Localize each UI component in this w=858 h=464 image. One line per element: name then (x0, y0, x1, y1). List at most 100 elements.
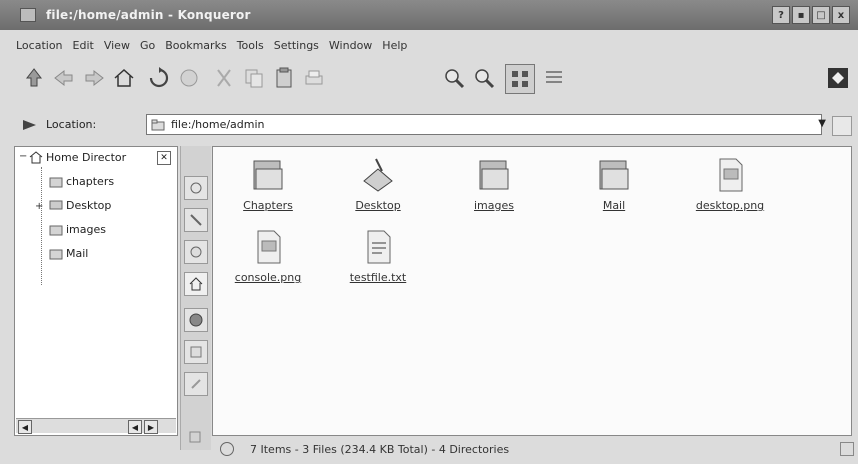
status-text: 7 Items - 3 Files (234.4 KB Total) - 4 D… (250, 442, 510, 456)
tree-item-desktop[interactable]: Desktop (49, 199, 111, 212)
text-file-icon (367, 230, 391, 264)
scroll-right-icon[interactable]: ▶ (144, 420, 158, 434)
sidebar-tabs (180, 146, 211, 450)
icon-view-icon[interactable] (505, 64, 535, 94)
scroll-left-icon[interactable]: ◀ (128, 420, 142, 434)
navigation-tree: − Home Director chapters + Desktop image… (14, 146, 178, 436)
close-button[interactable]: x (832, 6, 850, 24)
file-label: Desktop (355, 199, 401, 212)
file-view: Chapters Desktop images Mail desktop.png (212, 146, 852, 436)
folder-icon (49, 177, 63, 188)
file-item-mail[interactable]: Mail (569, 155, 659, 212)
reload-icon[interactable] (145, 64, 173, 92)
collapse-icon[interactable]: − (19, 151, 27, 162)
location-input[interactable]: file:/home/admin (146, 114, 822, 135)
menu-settings[interactable]: Settings (274, 39, 319, 52)
menubar: Location Edit View Go Bookmarks Tools Se… (0, 34, 858, 56)
view-link-icon[interactable] (840, 442, 854, 456)
menu-view[interactable]: View (104, 39, 130, 52)
history-tab-icon[interactable] (184, 240, 208, 264)
tree-label: Mail (66, 247, 89, 260)
close-panel-button[interactable]: ✕ (157, 151, 171, 165)
status-bar: 7 Items - 3 Files (234.4 KB Total) - 4 D… (212, 438, 858, 460)
menu-location[interactable]: Location (16, 39, 63, 52)
app-icon (20, 8, 36, 22)
menu-edit[interactable]: Edit (73, 39, 94, 52)
scroll-left-icon[interactable]: ◀ (18, 420, 32, 434)
window-titlebar: file:/home/admin - Konqueror ? ▪ □ x (0, 0, 858, 30)
tree-item-chapters[interactable]: chapters (49, 175, 114, 188)
folder-icon (49, 225, 63, 236)
tools-tab-icon[interactable] (184, 372, 208, 396)
help-button[interactable]: ? (772, 6, 790, 24)
png-file-icon (719, 158, 743, 192)
menu-go[interactable]: Go (140, 39, 155, 52)
file-label: desktop.png (695, 199, 765, 212)
minimize-button[interactable]: ▪ (792, 6, 810, 24)
back-arrow-icon[interactable] (50, 64, 78, 92)
zoom-out-icon[interactable] (470, 64, 498, 92)
tree-label: Desktop (66, 199, 112, 212)
home-icon (29, 151, 43, 164)
sidebar-config-icon[interactable] (184, 426, 206, 448)
tree-item-mail[interactable]: Mail (49, 247, 88, 260)
copy-icon[interactable] (240, 64, 268, 92)
window-title: file:/home/admin - Konqueror (46, 8, 251, 22)
tree-item-home[interactable]: Home Director (29, 151, 126, 164)
file-label: console.png (234, 271, 302, 284)
network-tab-icon[interactable] (184, 308, 208, 332)
detail-view-icon[interactable] (540, 64, 568, 92)
expand-icon[interactable]: + (35, 201, 43, 212)
menu-window[interactable]: Window (329, 39, 372, 52)
zoom-in-icon[interactable] (440, 64, 468, 92)
folder-icon (151, 119, 165, 131)
location-bar: Location: file:/home/admin ▼ (0, 110, 858, 140)
forward-arrow-icon[interactable] (80, 64, 108, 92)
tree-item-images[interactable]: images (49, 223, 106, 236)
status-indicator-icon (220, 442, 234, 456)
tree-label: chapters (66, 175, 115, 188)
home-tab-icon[interactable] (184, 272, 208, 296)
file-label: Mail (602, 199, 626, 212)
location-dropdown-icon[interactable]: ▼ (818, 118, 826, 129)
menu-help[interactable]: Help (382, 39, 407, 52)
file-item-testfile[interactable]: testfile.txt (333, 227, 423, 284)
home-icon[interactable] (110, 64, 138, 92)
bookmark-tab-icon[interactable] (184, 208, 208, 232)
clear-location-button[interactable] (832, 116, 852, 136)
desktop-icon (363, 158, 393, 192)
desktop-icon (49, 200, 63, 210)
tree-horizontal-scrollbar[interactable]: ◀ ◀ ▶ (16, 418, 176, 434)
folder-icon (253, 160, 283, 190)
folder-icon (479, 160, 509, 190)
file-label: images (474, 199, 514, 212)
tree-connector (41, 167, 43, 285)
file-item-console-png[interactable]: console.png (223, 227, 313, 284)
file-item-images[interactable]: images (449, 155, 539, 212)
stop-icon[interactable] (175, 64, 203, 92)
file-item-chapters[interactable]: Chapters (223, 155, 313, 212)
paste-icon[interactable] (270, 64, 298, 92)
menu-tools[interactable]: Tools (237, 39, 264, 52)
cut-icon[interactable] (210, 64, 238, 92)
location-value: file:/home/admin (171, 118, 265, 131)
maximize-button[interactable]: □ (812, 6, 830, 24)
services-tab-icon[interactable] (184, 340, 208, 364)
file-label: Chapters (243, 199, 293, 212)
window-controls: ? ▪ □ x (772, 6, 850, 24)
konqueror-logo-icon (824, 64, 852, 92)
menu-bookmarks[interactable]: Bookmarks (165, 39, 226, 52)
main-toolbar (0, 60, 858, 100)
print-icon[interactable] (300, 64, 328, 92)
file-item-desktop[interactable]: Desktop (333, 155, 423, 212)
file-label: testfile.txt (349, 271, 407, 284)
location-arrow-icon (22, 118, 38, 132)
up-arrow-icon[interactable] (20, 64, 48, 92)
png-file-icon (257, 230, 281, 264)
folder-icon (599, 160, 629, 190)
tree-label: images (66, 223, 106, 236)
tree-label: Home Director (46, 151, 127, 164)
folder-icon (49, 249, 63, 260)
file-item-desktop-png[interactable]: desktop.png (685, 155, 775, 212)
settings-tab-icon[interactable] (184, 176, 208, 200)
